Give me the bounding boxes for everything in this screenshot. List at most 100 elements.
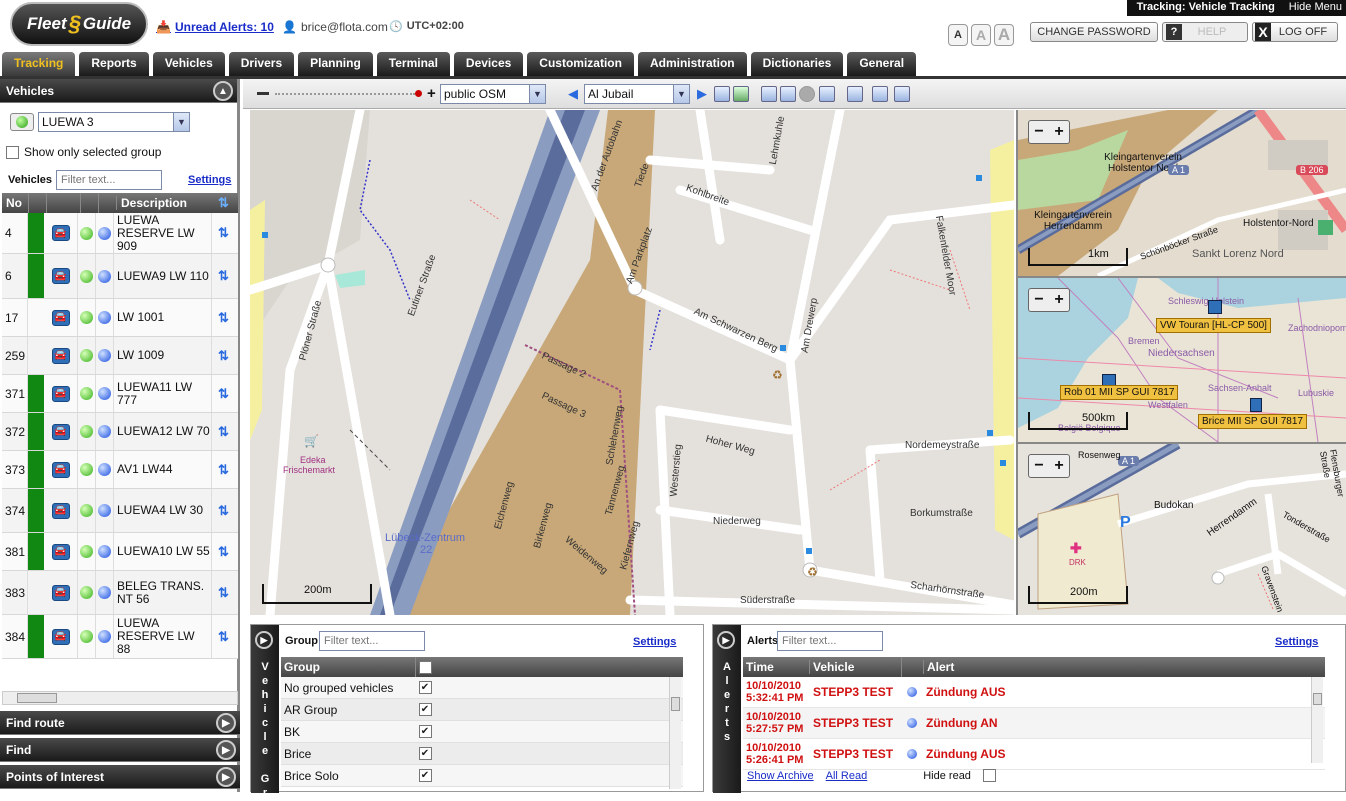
list-icon[interactable] <box>780 86 796 102</box>
group-panel-tab[interactable]: ▶ Vehicle Gr <box>251 625 279 801</box>
refresh-all-icon[interactable]: ⇅ <box>214 195 229 211</box>
layers-icon[interactable] <box>761 86 777 102</box>
vehicle-label[interactable]: VW Touran [HL-CP 500] <box>1156 318 1271 333</box>
layout-split-icon[interactable] <box>872 86 888 102</box>
vehicle-marker-icon[interactable] <box>1208 300 1222 314</box>
refresh-icon[interactable]: ⇅ <box>212 585 229 601</box>
group-row[interactable]: No grouped vehicles ✔ <box>281 677 683 699</box>
select-all-checkbox[interactable] <box>419 660 432 674</box>
group-status-dropdown[interactable] <box>10 113 34 131</box>
tab-tracking[interactable]: Tracking <box>2 52 76 76</box>
group-row[interactable]: Brice ✔ <box>281 743 683 765</box>
car-icon[interactable]: 🚘 <box>51 584 70 601</box>
vehicle-filter-input[interactable] <box>56 170 163 190</box>
circle-icon[interactable] <box>799 86 815 102</box>
zoom-out-button[interactable]: − <box>1029 455 1049 477</box>
car-icon[interactable]: 🚘 <box>51 461 70 478</box>
minimap-1[interactable]: − + Kleingartenverein Holstentor Nord Kle… <box>1018 110 1346 276</box>
table-row[interactable]: 384 🚘 LUEWA RESERVE LW 88 ⇅ <box>2 615 238 659</box>
next-location-icon[interactable]: ▶ <box>697 86 707 102</box>
car-icon[interactable]: 🚘 <box>51 543 70 560</box>
find-route-header[interactable]: Find route ▶ <box>0 711 240 735</box>
tab-reports[interactable]: Reports <box>79 52 149 76</box>
table-row[interactable]: 371 🚘 LUEWA11 LW 777 ⇅ <box>2 375 238 413</box>
table-row[interactable]: 4 🚘 LUEWA RESERVE LW 909 ⇅ <box>2 213 238 254</box>
table-row[interactable]: 373 🚘 AV1 LW44 ⇅ <box>2 451 238 489</box>
tab-administration[interactable]: Administration <box>637 52 747 76</box>
col-no[interactable]: No <box>2 196 28 210</box>
table-row[interactable]: 259 🚘 LW 1009 ⇅ <box>2 337 238 375</box>
layout-single-icon[interactable] <box>847 86 863 102</box>
save-icon[interactable] <box>714 86 730 102</box>
show-only-selected[interactable]: Show only selected group <box>6 145 161 159</box>
delete-icon[interactable] <box>733 86 749 102</box>
alerts-scrollbar[interactable] <box>1311 677 1323 763</box>
font-medium-button[interactable]: A <box>971 24 991 46</box>
group-checkbox[interactable]: ✔ <box>418 747 432 760</box>
car-icon[interactable]: 🚘 <box>51 628 70 645</box>
layout-stack-icon[interactable] <box>894 86 910 102</box>
minimap-3[interactable]: − + Budokan Herrendamm Tonderstraße A 1 D… <box>1018 444 1346 615</box>
all-read-link[interactable]: All Read <box>826 770 868 782</box>
hide-read-checkbox[interactable] <box>982 769 996 782</box>
zoom-slider[interactable]: + <box>257 85 437 102</box>
show-only-selected-checkbox[interactable] <box>6 145 19 159</box>
poi-header[interactable]: Points of Interest ▶ <box>0 765 240 789</box>
tab-customization[interactable]: Customization <box>527 52 634 76</box>
refresh-icon[interactable]: ⇅ <box>212 268 229 284</box>
group-row[interactable]: AR Group ✔ <box>281 699 683 721</box>
tab-dictionaries[interactable]: Dictionaries <box>750 52 844 76</box>
group-filter-input[interactable] <box>319 631 425 651</box>
car-icon[interactable]: 🚘 <box>51 268 70 284</box>
refresh-icon[interactable]: ⇅ <box>212 544 229 560</box>
location-select[interactable]: Al Jubail ▼ <box>584 84 690 104</box>
expand-icon[interactable]: ▶ <box>216 740 236 760</box>
refresh-icon[interactable]: ⇅ <box>212 386 229 402</box>
expand-icon[interactable]: ▶ <box>255 631 273 649</box>
table-row[interactable]: 374 🚘 LUEWA4 LW 30 ⇅ <box>2 489 238 533</box>
group-checkbox[interactable]: ✔ <box>418 769 432 782</box>
refresh-icon[interactable]: ⇅ <box>212 310 229 326</box>
font-large-button[interactable]: A <box>994 24 1014 46</box>
car-icon[interactable]: 🚘 <box>51 423 70 440</box>
group-row[interactable]: Brice Solo ✔ <box>281 765 683 787</box>
zoom-out-button[interactable]: − <box>1029 121 1049 143</box>
expand-icon[interactable]: ▶ <box>216 767 236 787</box>
refresh-icon[interactable]: ⇅ <box>212 462 229 478</box>
table-row[interactable]: 6 🚘 LUEWA9 LW 110 ⇅ <box>2 254 238 299</box>
vehicle-label[interactable]: Rob 01 MII SP GUI 7817 <box>1060 385 1179 400</box>
logoff-button[interactable]: X LOG OFF <box>1252 22 1338 42</box>
font-small-button[interactable]: A <box>948 24 968 46</box>
car-icon[interactable]: 🚘 <box>51 309 70 326</box>
tab-drivers[interactable]: Drivers <box>228 52 295 76</box>
show-archive-link[interactable]: Show Archive <box>747 770 814 782</box>
vehicle-marker-icon[interactable] <box>1250 398 1262 412</box>
table-row[interactable]: 372 🚘 LUEWA12 LW 70 ⇅ <box>2 413 238 451</box>
car-icon[interactable]: 🚘 <box>51 225 70 241</box>
help-button[interactable]: ? HELP <box>1162 22 1248 42</box>
expand-icon[interactable]: ▶ <box>216 713 236 733</box>
car-icon[interactable]: 🚘 <box>51 502 70 519</box>
zoom-in-button[interactable]: + <box>1049 289 1069 311</box>
tab-general[interactable]: General <box>847 52 917 76</box>
table-row[interactable]: 17 🚘 LW 1001 ⇅ <box>2 299 238 337</box>
tab-devices[interactable]: Devices <box>453 52 524 76</box>
alert-row[interactable]: 10/10/2010 5:32:41 PM STEPP3 TEST Zündung A… <box>743 677 1325 708</box>
collapse-icon[interactable]: ▲ <box>213 81 233 101</box>
change-password-button[interactable]: CHANGE PASSWORD <box>1030 22 1158 42</box>
alerts-panel-tab[interactable]: ▶ Alerts <box>713 625 741 793</box>
fleetguide-logo[interactable]: Fleet § Guide <box>10 2 148 46</box>
zoom-in-button[interactable]: + <box>1049 455 1069 477</box>
alerts-filter-input[interactable] <box>777 631 883 651</box>
group-checkbox[interactable]: ✔ <box>418 703 432 716</box>
alert-row[interactable]: 10/10/2010 5:26:41 PM STEPP3 TEST Zündung A… <box>743 739 1325 770</box>
group-select[interactable]: LUEWA 3 ▼ <box>38 112 190 132</box>
vehicles-settings-link[interactable]: Settings <box>188 174 231 186</box>
find-header[interactable]: Find ▶ <box>0 738 240 762</box>
zoom-in-button[interactable]: + <box>1049 121 1069 143</box>
map-layer-select[interactable]: public OSM ▼ <box>440 84 546 104</box>
minimap-2[interactable]: − + Schleswig-Holstein Bremen Niedersachs… <box>1018 278 1346 442</box>
tab-planning[interactable]: Planning <box>298 52 373 76</box>
main-map[interactable]: Am Drewerp Am Schwarzen Berg Kohlbreite … <box>250 110 1014 615</box>
grid-icon[interactable] <box>819 86 835 102</box>
